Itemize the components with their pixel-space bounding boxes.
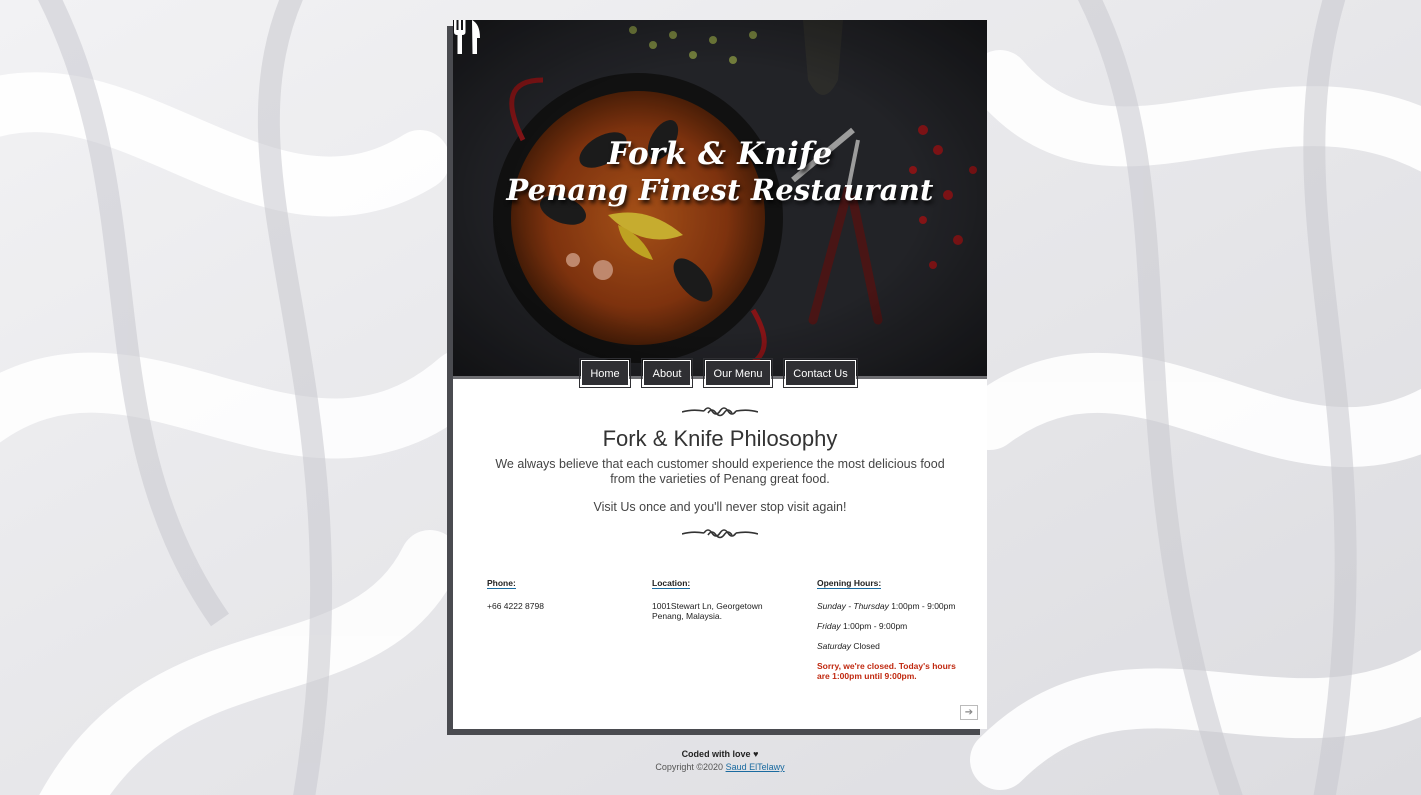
- hours-time: Closed: [853, 641, 880, 651]
- nav-home-button[interactable]: Home: [579, 358, 631, 388]
- copyright-text: Copyright ©2020: [655, 762, 724, 772]
- phone-number: +66 4222 8798: [487, 601, 544, 611]
- hours-time: 1:00pm - 9:00pm: [891, 601, 956, 611]
- philosophy-text: We always believe that each customer sho…: [495, 457, 945, 486]
- hours-day: Sunday - Thursday: [817, 601, 889, 611]
- hours-row: Saturday Closed: [817, 641, 957, 651]
- hours-row: Sunday - Thursday 1:00pm - 9:00pm: [817, 601, 957, 611]
- main-nav: Home About Our Menu Contact Us: [453, 358, 987, 390]
- location-address: 1001Stewart Ln, Georgetown Penang, Malay…: [652, 601, 763, 621]
- nav-menu-button[interactable]: Our Menu: [703, 358, 773, 388]
- phone-section: Phone: +66 4222 8798: [487, 578, 627, 611]
- utensils-icon: [454, 20, 480, 54]
- hours-row: Friday 1:00pm - 9:00pm: [817, 621, 957, 631]
- main-card: Fork & Knife Penang Finest Restaurant Ho…: [453, 20, 987, 729]
- footer-copyright: Copyright ©2020 Saud ElTelawy: [453, 762, 987, 772]
- location-heading: Location:: [652, 578, 691, 589]
- philosophy-title: Fork & Knife Philosophy: [602, 426, 838, 451]
- author-link[interactable]: Saud ElTelawy: [726, 762, 785, 772]
- hours-day: Friday: [817, 621, 841, 631]
- hours-time: 1:00pm - 9:00pm: [843, 621, 908, 631]
- closed-status-message: Sorry, we're closed. Today's hours are 1…: [817, 661, 956, 681]
- hours-day: Saturday: [817, 641, 852, 651]
- ornament-divider-bottom: [682, 529, 758, 539]
- hero-banner: Fork & Knife Penang Finest Restaurant: [453, 20, 987, 376]
- phone-heading: Phone:: [487, 578, 516, 589]
- next-arrow-icon[interactable]: ➔: [960, 705, 978, 720]
- location-section: Location: 1001Stewart Ln, Georgetown Pen…: [652, 578, 772, 621]
- hours-heading: Opening Hours:: [817, 578, 882, 589]
- philosophy-visit-text: Visit Us once and you'll never stop visi…: [593, 500, 847, 514]
- ornament-divider-top: [682, 407, 758, 417]
- nav-about-button[interactable]: About: [641, 358, 693, 388]
- footer-coded-with-love: Coded with love ♥: [681, 749, 759, 759]
- hero-title-line1: Fork & Knife: [607, 136, 833, 172]
- hours-section: Opening Hours: Sunday - Thursday 1:00pm …: [817, 578, 957, 681]
- hero-title-line2: Penang Finest Restaurant: [506, 173, 934, 207]
- nav-contact-button[interactable]: Contact Us: [783, 358, 858, 388]
